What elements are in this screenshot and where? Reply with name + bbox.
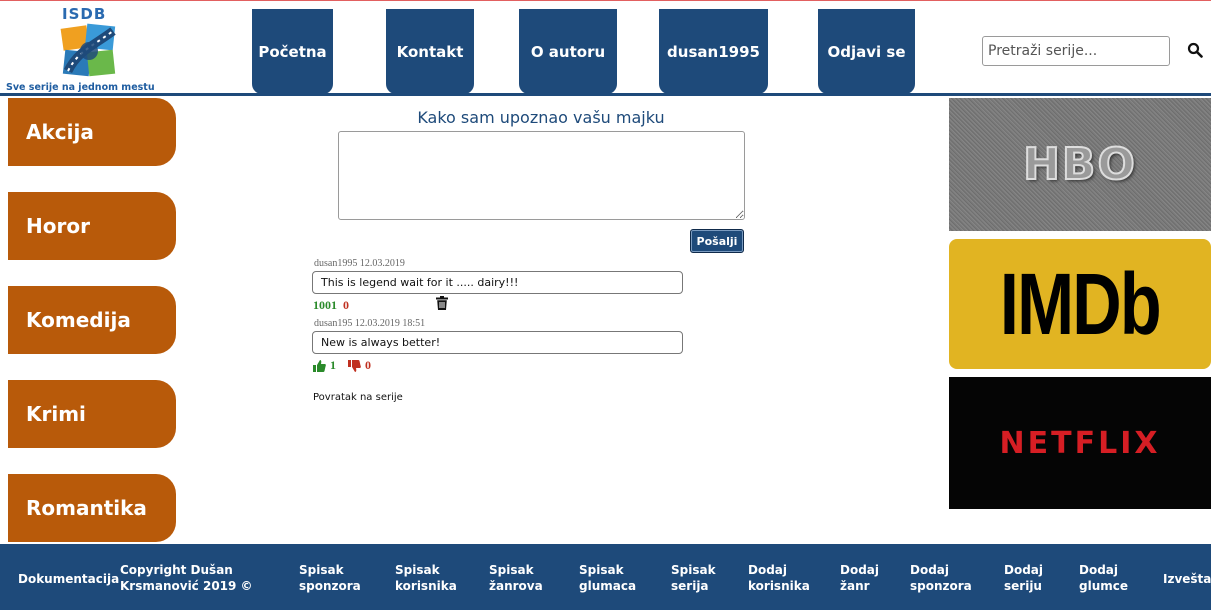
series-title: Kako sam upoznao vašu majku — [417, 108, 665, 127]
footer-series-list-link[interactable]: Spisak serija — [671, 562, 731, 594]
back-to-series-link[interactable]: Povratak na serije — [313, 392, 403, 403]
footer-report-link[interactable]: Izveštaj — [1163, 571, 1211, 587]
footer-sponsors-list-link[interactable]: Spisak sponzora — [299, 562, 369, 594]
comment-votes: 1001 0 — [313, 298, 349, 313]
nav-contact[interactable]: Kontakt — [386, 9, 474, 94]
sponsor-imdb[interactable]: IMDb — [949, 239, 1211, 369]
sponsor-netflix[interactable]: NETFLIX — [949, 377, 1211, 509]
sponsor-imdb-logo: IMDb — [1000, 255, 1162, 353]
footer-actors-list-link[interactable]: Spisak glumaca — [579, 562, 649, 594]
footer: Dokumentacija Copyright Dušan Krsmanović… — [0, 544, 1211, 610]
category-comedy[interactable]: Komedija — [8, 286, 176, 354]
dislike-count[interactable]: 0 — [343, 298, 349, 313]
send-comment-button[interactable]: Pošalji — [690, 229, 744, 253]
comment-input[interactable] — [338, 131, 745, 220]
category-action[interactable]: Akcija — [8, 98, 176, 166]
footer-documentation-link[interactable]: Dokumentacija — [18, 571, 119, 587]
thumbs-down-icon[interactable] — [348, 359, 361, 372]
sponsor-hbo-logo: HBO — [1022, 138, 1137, 191]
like-count[interactable]: 1 — [330, 358, 336, 373]
footer-add-sponsor-link[interactable]: Dodaj sponzora — [910, 562, 980, 594]
comment-votes: 1 0 — [313, 358, 371, 373]
footer-add-genre-link[interactable]: Dodaj žanr — [840, 562, 890, 594]
nav-about-author[interactable]: O autoru — [519, 9, 617, 94]
film-reel-logo-icon — [60, 23, 116, 77]
header-divider — [0, 93, 1211, 96]
comment-text: New is always better! — [312, 331, 683, 354]
site-logo[interactable]: ISDB Sve serije na jednom mestu — [6, 5, 176, 93]
trash-icon[interactable] — [436, 296, 448, 310]
like-count[interactable]: 1001 — [313, 298, 337, 313]
sponsor-hbo[interactable]: HBO — [949, 98, 1211, 231]
category-crime[interactable]: Krimi — [8, 380, 176, 448]
search-icon[interactable] — [1187, 42, 1203, 58]
search-input[interactable] — [982, 36, 1170, 66]
comment-meta: dusan1995 12.03.2019 — [314, 258, 405, 269]
footer-users-list-link[interactable]: Spisak korisnika — [395, 562, 465, 594]
logo-tagline: Sve serije na jednom mestu — [6, 82, 155, 93]
category-romance[interactable]: Romantika — [8, 474, 176, 542]
nav-home[interactable]: Početna — [252, 9, 333, 94]
footer-add-actors-link[interactable]: Dodaj glumce — [1079, 562, 1139, 594]
nav-user-profile[interactable]: dusan1995 — [659, 9, 768, 94]
dislike-count[interactable]: 0 — [365, 358, 371, 373]
sponsor-netflix-logo: NETFLIX — [999, 425, 1161, 461]
footer-copyright: Copyright Dušan Krsmanović 2019 © — [120, 563, 253, 593]
header: ISDB Sve serije na jednom mestu Početna … — [0, 0, 1211, 96]
footer-add-user-link[interactable]: Dodaj korisnika — [748, 562, 818, 594]
footer-add-series-link[interactable]: Dodaj seriju — [1004, 562, 1054, 594]
category-horror[interactable]: Horor — [8, 192, 176, 260]
nav-logout[interactable]: Odjavi se — [818, 9, 915, 94]
comment-text: This is legend wait for it ..... dairy!!… — [312, 271, 683, 294]
thumbs-up-icon[interactable] — [313, 359, 326, 372]
comment-meta: dusan195 12.03.2019 18:51 — [314, 318, 426, 329]
footer-genres-list-link[interactable]: Spisak žanrova — [489, 562, 559, 594]
